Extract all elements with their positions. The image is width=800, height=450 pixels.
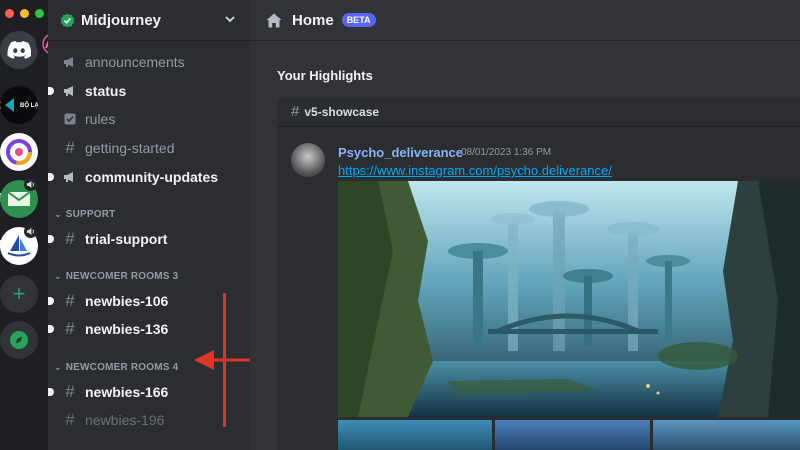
highlight-card[interactable]: # v5-showcase Psycho_deliverance 08/01/2… [277, 97, 800, 450]
thumbnail-image[interactable] [338, 420, 493, 450]
zoom-window-button[interactable] [35, 9, 44, 18]
thread-hash-icon: # [65, 291, 75, 310]
main-content: Home BETA Your Highlights # v5-showcase … [250, 0, 800, 450]
message-link[interactable]: https://www.instagram.com/psycho.deliver… [338, 163, 612, 178]
channel-newbies-136[interactable]: # newbies-136 [48, 318, 169, 340]
add-server-button[interactable]: + [0, 275, 38, 313]
channel-trial-support[interactable]: # trial-support [48, 228, 168, 250]
unread-indicator [48, 325, 54, 333]
window-controls [5, 9, 44, 18]
plus-icon: + [12, 281, 26, 306]
category-label: NEWCOMER ROOMS 4 [65, 362, 179, 373]
category-label: SUPPORT [65, 209, 116, 220]
unread-indicator [48, 388, 54, 396]
server-rail: BỘ LẠC + [0, 0, 70, 450]
card-channel-name: v5-showcase [304, 104, 380, 119]
megaphone-icon [62, 171, 78, 183]
message-author[interactable]: Psycho_deliverance [338, 145, 463, 160]
discord-home-button[interactable] [0, 31, 38, 69]
channel-rules[interactable]: rules [62, 108, 115, 130]
channel-getting-started[interactable]: # getting-started [62, 137, 175, 159]
channel-label: trial-support [85, 231, 168, 247]
thread-hash-icon: # [65, 319, 75, 338]
hash-icon: # [65, 138, 75, 157]
home-icon [266, 13, 282, 27]
bo-lac-logo-icon: BỘ LẠC [5, 98, 38, 112]
category-newcomer-rooms-4[interactable]: ⌄ NEWCOMER ROOMS 4 [54, 362, 178, 373]
page-title: Home [292, 11, 334, 29]
thumbnail-image[interactable] [652, 420, 800, 450]
speaker-icon [24, 178, 37, 191]
compass-icon [10, 331, 28, 349]
card-channel-header[interactable]: # v5-showcase [277, 97, 800, 127]
category-support[interactable]: ⌄ SUPPORT [54, 209, 116, 220]
unread-indicator [48, 235, 54, 243]
unread-indicator [48, 173, 54, 181]
category-label: NEWCOMER ROOMS 3 [65, 271, 179, 282]
fantasy-forest-image[interactable] [338, 181, 800, 417]
channel-newbies-166[interactable]: # newbies-166 [48, 381, 169, 403]
avatar[interactable] [291, 143, 325, 177]
channel-announcements[interactable]: announcements [62, 51, 185, 73]
chevron-down-icon: ⌄ [54, 362, 62, 372]
channel-newbies-106[interactable]: # newbies-106 [48, 290, 169, 312]
mail-logo-icon [7, 191, 31, 206]
server-bo-lac[interactable]: BỘ LẠC [0, 86, 38, 124]
megaphone-icon [62, 85, 78, 97]
discord-icon [7, 41, 31, 59]
thread-hash-icon: # [65, 382, 75, 401]
channel-newbies-196[interactable]: # newbies-196 [62, 409, 164, 431]
beta-badge: BETA [341, 13, 376, 27]
server-header[interactable]: Midjourney [48, 0, 250, 40]
thumbnail-image[interactable] [495, 420, 650, 450]
hash-icon: # [65, 229, 75, 248]
ring-logo-icon [6, 139, 32, 165]
chevron-down-icon[interactable] [224, 13, 236, 25]
chevron-down-icon: ⌄ [54, 209, 62, 219]
hash-icon: # [291, 103, 300, 120]
channel-sidebar: Midjourney announcements status rules # … [48, 0, 250, 450]
speaker-icon [24, 225, 37, 238]
verified-icon [60, 12, 75, 28]
image-thumbnails [338, 420, 800, 450]
channel-community-updates[interactable]: community-updates [48, 166, 219, 188]
minimize-window-button[interactable] [20, 9, 29, 18]
svg-text:BỘ LẠC: BỘ LẠC [20, 101, 38, 109]
channel-label: status [85, 83, 127, 99]
channel-label: getting-started [85, 140, 175, 156]
chevron-down-icon: ⌄ [54, 271, 62, 281]
channel-label: newbies-106 [85, 293, 169, 309]
megaphone-icon [62, 56, 78, 68]
channel-label: newbies-136 [85, 321, 169, 337]
top-bar: Home BETA [250, 0, 800, 40]
close-window-button[interactable] [5, 9, 14, 18]
channel-label: community-updates [85, 169, 219, 185]
category-newcomer-rooms-3[interactable]: ⌄ NEWCOMER ROOMS 3 [54, 271, 178, 282]
unread-indicator [48, 87, 54, 95]
channel-label: newbies-166 [85, 384, 169, 400]
message-timestamp: 08/01/2023 1:36 PM [461, 147, 552, 158]
channel-status[interactable]: status [48, 80, 127, 102]
channel-label: announcements [85, 54, 185, 70]
channel-label: newbies-196 [85, 412, 165, 428]
unread-indicator [48, 297, 54, 305]
checkbox-icon [62, 113, 78, 125]
thread-hash-icon: # [65, 410, 75, 429]
highlights-title: Your Highlights [277, 68, 373, 83]
channel-label: rules [85, 111, 116, 127]
explore-servers-button[interactable] [0, 321, 38, 359]
server-name: Midjourney [81, 11, 162, 29]
server-ring[interactable] [0, 133, 38, 171]
